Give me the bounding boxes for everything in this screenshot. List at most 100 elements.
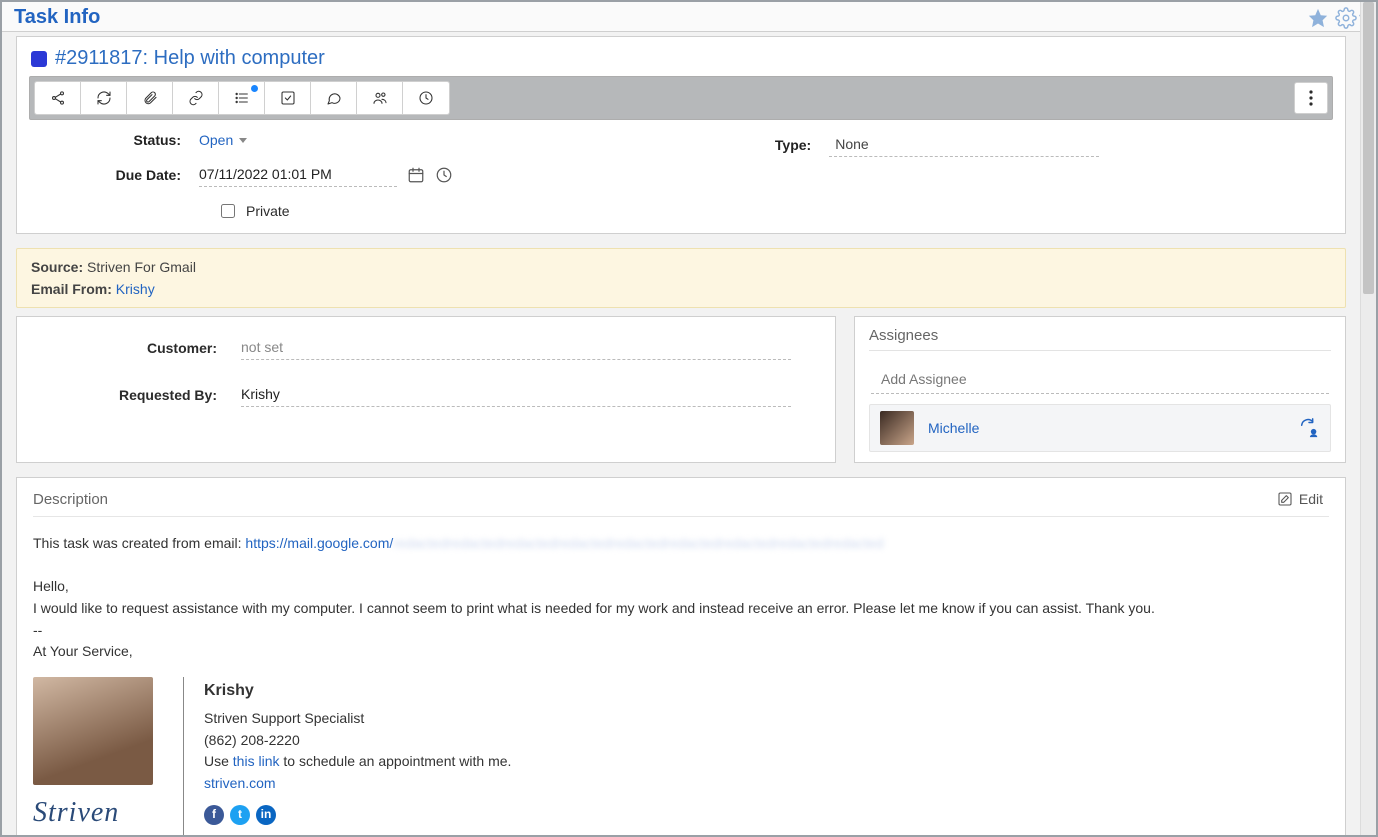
title-bar: Task Info ▾ <box>2 2 1376 32</box>
description-header: Description Edit <box>33 490 1329 517</box>
reassign-button[interactable] <box>1298 417 1320 439</box>
source-email-link[interactable]: https://mail.google.com/redactedredacted… <box>245 535 883 551</box>
title-bar-actions: ▾ <box>1307 7 1364 29</box>
chat-button[interactable] <box>311 82 357 114</box>
requested-by-label: Requested By: <box>31 387 241 403</box>
calendar-icon[interactable] <box>407 166 425 184</box>
description-title: Description <box>33 491 108 508</box>
customer-assignees-row: Customer: not set Requested By: Krishy A… <box>16 316 1346 463</box>
swap-user-icon <box>1298 417 1320 439</box>
created-from-line: This task was created from email: https:… <box>33 533 1329 555</box>
link-button[interactable] <box>173 82 219 114</box>
linkedin-icon[interactable]: in <box>256 805 276 825</box>
task-name: Help with computer <box>154 47 325 69</box>
email-from-line: Email From: Krishy <box>31 281 1331 297</box>
status-label: Status: <box>29 132 199 148</box>
status-value: Open <box>199 132 233 148</box>
notification-badge <box>251 85 258 92</box>
status-field: Status: Open <box>29 132 759 148</box>
favorite-star-icon[interactable] <box>1307 7 1329 29</box>
sign-off: At Your Service, <box>33 641 1329 663</box>
description-panel: Description Edit This task was created f… <box>16 477 1346 835</box>
customer-input[interactable]: not set <box>241 335 791 360</box>
source-label: Source: <box>31 259 83 275</box>
dash-dash: -- <box>33 620 1329 642</box>
edit-label: Edit <box>1299 491 1323 507</box>
facebook-icon[interactable]: f <box>204 805 224 825</box>
share-button[interactable] <box>35 82 81 114</box>
private-field: Private <box>217 201 759 221</box>
source-line: Source: Striven For Gmail <box>31 259 1331 275</box>
checklist-button[interactable] <box>265 82 311 114</box>
attachment-button[interactable] <box>127 82 173 114</box>
vertical-dots-icon <box>1309 90 1313 106</box>
due-date-input[interactable] <box>199 162 397 187</box>
signature-right: Krishy Striven Support Specialist (862) … <box>204 677 511 834</box>
more-actions-button[interactable] <box>1294 82 1328 114</box>
refresh-button[interactable] <box>81 82 127 114</box>
signature-left: Striven <box>33 677 163 834</box>
email-from-link[interactable]: Krishy <box>116 281 155 297</box>
source-panel: Source: Striven For Gmail Email From: Kr… <box>16 248 1346 308</box>
settings-gear-icon[interactable] <box>1335 7 1357 29</box>
requested-by-input[interactable]: Krishy <box>241 382 791 407</box>
task-title-link[interactable]: #2911817: Help with computer <box>55 47 325 70</box>
signature-name: Krishy <box>204 679 511 704</box>
email-from-label: Email From: <box>31 281 112 297</box>
vertical-scrollbar[interactable] <box>1360 2 1376 835</box>
signature-block: Striven Krishy Striven Support Specialis… <box>33 677 1329 834</box>
scroll-area: #2911817: Help with computer <box>2 36 1360 835</box>
requested-by-field: Requested By: Krishy <box>31 382 821 407</box>
assignees-title: Assignees <box>869 327 1331 351</box>
customer-panel: Customer: not set Requested By: Krishy <box>16 316 836 463</box>
task-panel: #2911817: Help with computer <box>16 36 1346 234</box>
time-icon[interactable] <box>435 166 453 184</box>
site-link[interactable]: striven.com <box>204 775 276 791</box>
scrollbar-thumb[interactable] <box>1363 2 1374 294</box>
task-toolbar <box>29 76 1333 120</box>
social-icons: f t in <box>204 805 511 825</box>
chat-icon <box>326 90 342 106</box>
assignees-panel: Assignees Add Assignee Michelle <box>854 316 1346 463</box>
toolbar-group <box>34 81 450 115</box>
edit-description-button[interactable]: Edit <box>1271 490 1329 508</box>
clock-icon <box>418 90 434 106</box>
status-dropdown[interactable]: Open <box>199 132 247 148</box>
caret-down-icon <box>239 138 247 143</box>
assignee-row: Michelle <box>869 404 1331 452</box>
history-button[interactable] <box>403 82 449 114</box>
body-text: I would like to request assistance with … <box>33 598 1329 620</box>
assignee-avatar <box>880 411 914 445</box>
signature-schedule-line: Use this link to schedule an appointment… <box>204 751 511 773</box>
link-icon <box>188 90 204 106</box>
description-body: This task was created from email: https:… <box>33 533 1329 835</box>
customer-field: Customer: not set <box>31 335 821 360</box>
type-dropdown[interactable]: None <box>829 132 1099 157</box>
signature-divider <box>183 677 184 834</box>
people-button[interactable] <box>357 82 403 114</box>
redacted-url-tail: redactedredactedredactedredactedredacted… <box>393 535 883 551</box>
type-field: Type: None <box>759 132 1333 157</box>
schedule-link[interactable]: this link <box>233 753 280 769</box>
twitter-icon[interactable]: t <box>230 805 250 825</box>
task-meta: Status: Open Due Date: Pr <box>29 132 1333 227</box>
private-label: Private <box>246 203 290 219</box>
share-icon <box>50 90 66 106</box>
page-title: Task Info <box>14 6 100 29</box>
add-assignee-input[interactable]: Add Assignee <box>871 365 1329 394</box>
signature-brand: Striven <box>33 791 163 834</box>
list-button[interactable] <box>219 82 265 114</box>
source-value: Striven For Gmail <box>87 259 196 275</box>
assignee-name-link[interactable]: Michelle <box>928 420 979 436</box>
due-date-field: Due Date: <box>29 162 759 187</box>
created-from-prefix: This task was created from email: <box>33 535 245 551</box>
private-checkbox[interactable] <box>221 204 235 218</box>
due-date-value-group <box>199 162 453 187</box>
refresh-icon <box>96 90 112 106</box>
task-number: #2911817: <box>55 47 148 69</box>
task-meta-left: Status: Open Due Date: Pr <box>29 132 759 227</box>
type-label: Type: <box>759 137 829 153</box>
pencil-square-icon <box>1277 491 1293 507</box>
signature-photo <box>33 677 153 785</box>
due-date-label: Due Date: <box>29 167 199 183</box>
